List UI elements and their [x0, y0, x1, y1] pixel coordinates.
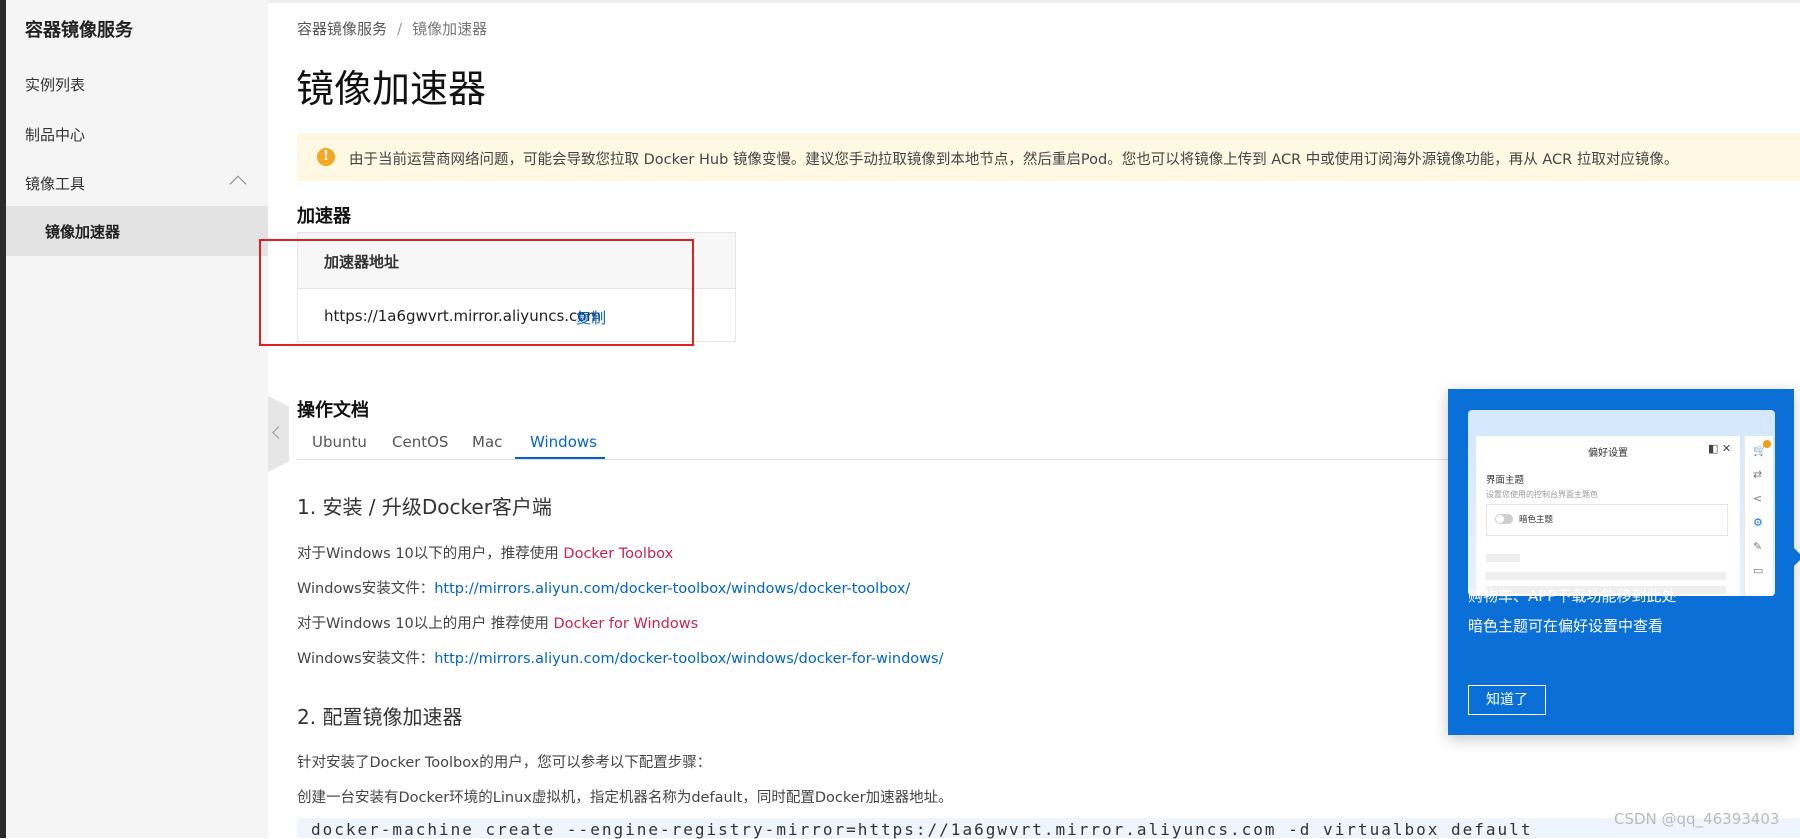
docs-tabs: Ubuntu CentOS Mac Windows [297, 423, 1473, 460]
sidebar-item-instances[interactable]: 实例列表 [25, 74, 85, 95]
preview-toggle-label: 暗色主题 [1519, 515, 1554, 525]
doc-line-1-text: 对于Windows 10以下的用户，推荐使用 [297, 546, 564, 562]
sidebar-title: 容器镜像服务 [25, 20, 133, 41]
preview-toggle-icon [1495, 514, 1513, 524]
got-it-button[interactable]: 知道了 [1468, 685, 1546, 715]
code-text: docker-machine create --engine-registry-… [311, 820, 1533, 839]
tab-mac[interactable]: Mac [472, 433, 502, 451]
doc-line-4-text: Windows安装文件： [297, 651, 435, 667]
tab-ubuntu[interactable]: Ubuntu [312, 433, 367, 451]
tab-centos[interactable]: CentOS [392, 433, 448, 451]
notification-badge [1763, 440, 1771, 448]
breadcrumb-separator: / [397, 20, 403, 38]
app-download-icon: ⇄ [1753, 468, 1763, 481]
preview-placeholder-bar [1486, 572, 1726, 580]
preview-preferences-window: 偏好设置 ◧ ✕ 界面主题 设置您使用的控制台界面主题色 暗色主题 [1476, 436, 1740, 596]
popover-arrow [1794, 548, 1800, 566]
sidebar-item-image-tools[interactable]: 镜像工具 [25, 173, 85, 194]
notice-text: 由于当前运营商网络问题，可能会导致您拉取 Docker Hub 镜像变慢。建议您… [349, 152, 1679, 168]
docker-toolbox-link[interactable]: Docker Toolbox [563, 546, 673, 562]
preview-section-desc: 设置您使用的控制台界面主题色 [1486, 490, 1598, 499]
popover-line-2: 暗色主题可在偏好设置中查看 [1468, 617, 1664, 635]
sidebar: 容器镜像服务 实例列表 制品中心 镜像工具 镜像加速器 [6, 0, 268, 838]
doc-line-1: 对于Windows 10以下的用户，推荐使用 Docker Toolbox [297, 542, 673, 563]
edit-icon: ✎ [1753, 540, 1763, 553]
watermark: CSDN @qq_46393403 [1614, 810, 1780, 828]
step2-line-1: 针对安装了Docker Toolbox的用户，您可以参考以下配置步骤： [297, 755, 712, 771]
chevron-left-icon [272, 426, 285, 439]
code-block: docker-machine create --engine-registry-… [297, 818, 1800, 839]
chevron-up-icon[interactable] [229, 175, 247, 193]
preview-section-title: 界面主题 [1486, 475, 1525, 486]
top-border [268, 0, 1800, 3]
sidebar-collapse-handle[interactable] [268, 396, 289, 472]
doc-line-4: Windows安装文件：http://mirrors.aliyun.com/do… [297, 647, 943, 668]
popover-line-1: 购物车、APP下载功能移到此处 [1468, 587, 1677, 605]
gear-icon: ⚙ [1753, 516, 1763, 529]
step1-title: 1. 安装 / 升级Docker客户端 [297, 495, 552, 519]
preview-toolbar-rail: 🛒 ⇄ < ⚙ ✎ ▭ [1744, 436, 1773, 596]
sidebar-item-image-accelerator[interactable]: 镜像加速器 [6, 206, 268, 256]
preview-theme-card: 暗色主题 [1486, 504, 1728, 536]
step2-line-2: 创建一台安装有Docker环境的Linux虚拟机，指定机器名称为default，… [297, 790, 953, 806]
active-tab-indicator [515, 457, 605, 459]
share-icon: < [1753, 492, 1763, 505]
accelerator-section-title: 加速器 [297, 206, 351, 227]
warning-icon: ! [317, 148, 335, 166]
docker-toolbox-download-link[interactable]: http://mirrors.aliyun.com/docker-toolbox… [434, 581, 910, 597]
docker-for-windows-link[interactable]: Docker for Windows [554, 616, 699, 632]
breadcrumb: 容器镜像服务 / 镜像加速器 [297, 18, 487, 39]
page-title: 镜像加速器 [296, 67, 487, 111]
doc-line-3: 对于Windows 10以上的用户 推荐使用 Docker for Window… [297, 612, 698, 633]
highlight-annotation-box [259, 239, 694, 346]
preview-placeholder-bar [1486, 554, 1520, 562]
breadcrumb-root[interactable]: 容器镜像服务 [297, 20, 387, 38]
doc-line-2-text: Windows安装文件： [297, 581, 435, 597]
doc-line-3-text: 对于Windows 10以上的用户 推荐使用 [297, 616, 554, 632]
feature-tip-popover: 偏好设置 ◧ ✕ 界面主题 设置您使用的控制台界面主题色 暗色主题 🛒 ⇄ < … [1448, 389, 1794, 735]
docker-for-windows-download-link[interactable]: http://mirrors.aliyun.com/docker-toolbox… [434, 651, 943, 667]
preference-preview-image: 偏好设置 ◧ ✕ 界面主题 设置您使用的控制台界面主题色 暗色主题 🛒 ⇄ < … [1468, 410, 1775, 596]
preview-close-icon: ◧ ✕ [1708, 442, 1732, 455]
message-icon: ▭ [1753, 564, 1764, 577]
step2-title: 2. 配置镜像加速器 [297, 705, 463, 729]
doc-line-2: Windows安装文件：http://mirrors.aliyun.com/do… [297, 577, 910, 598]
sidebar-item-artifact-center[interactable]: 制品中心 [25, 124, 85, 145]
notice-banner: ! 由于当前运营商网络问题，可能会导致您拉取 Docker Hub 镜像变慢。建… [297, 133, 1800, 181]
tab-windows[interactable]: Windows [530, 433, 597, 451]
sidebar-subitem-label: 镜像加速器 [45, 223, 121, 241]
breadcrumb-current: 镜像加速器 [412, 20, 488, 38]
docs-section-title: 操作文档 [297, 400, 369, 421]
preview-title: 偏好设置 [1588, 448, 1628, 459]
